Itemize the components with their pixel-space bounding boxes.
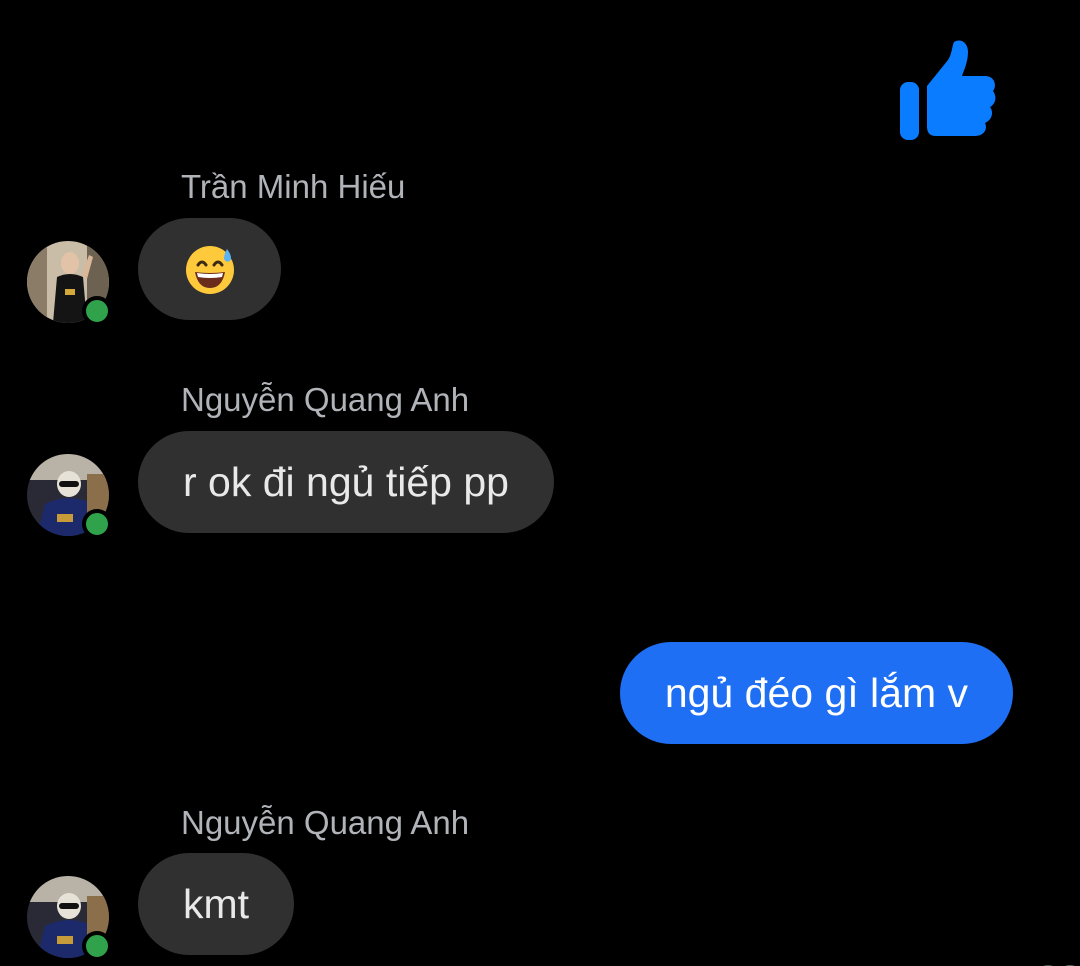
avatar[interactable] <box>27 876 112 961</box>
message-text: ngủ đéo gì lắm v <box>664 669 968 716</box>
seen-indicator-avatar <box>1036 958 1080 966</box>
avatar[interactable] <box>27 241 112 326</box>
sender-name: Nguyễn Quang Anh <box>181 804 470 841</box>
online-status-dot <box>82 509 112 539</box>
message-text: r ok đi ngủ tiếp pp <box>183 458 509 505</box>
grinning-sweat-emoji <box>185 246 234 294</box>
avatar[interactable] <box>27 454 112 539</box>
sender-name: Trần Minh Hiếu <box>181 168 406 205</box>
sender-name: Nguyễn Quang Anh <box>181 381 470 418</box>
message-text: kmt <box>183 880 250 927</box>
message-bubble[interactable]: kmt <box>138 853 295 955</box>
message-bubble[interactable]: r ok đi ngủ tiếp pp <box>138 431 554 533</box>
message-bubble[interactable] <box>138 218 281 320</box>
online-status-dot <box>82 931 112 961</box>
online-status-dot <box>82 296 112 326</box>
thumbs-up-icon[interactable] <box>898 38 998 142</box>
message-bubble-outgoing[interactable]: ngủ đéo gì lắm v <box>619 642 1013 744</box>
